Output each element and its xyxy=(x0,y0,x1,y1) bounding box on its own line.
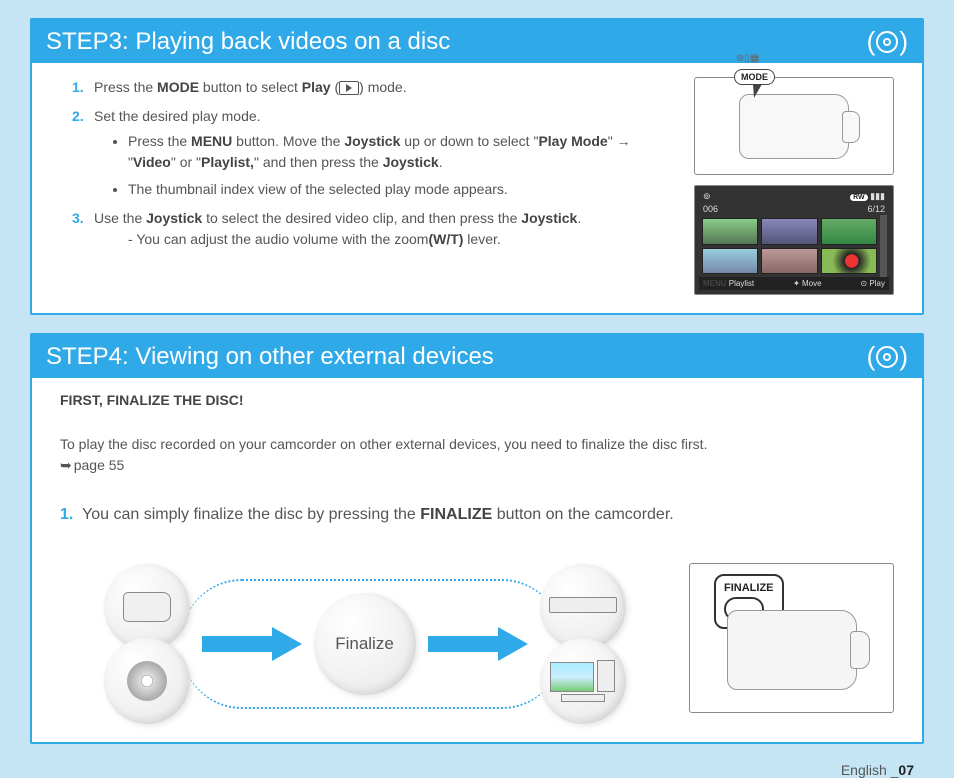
step4-item-1: You can simply finalize the disc by pres… xyxy=(60,506,894,524)
step3-item-2: Set the desired play mode. Press the MEN… xyxy=(72,106,674,200)
disc-icon: () xyxy=(867,26,908,57)
step3-text: Press the MODE button to select Play () … xyxy=(72,77,674,295)
step3-bullets: Press the MENU button. Move the Joystick… xyxy=(94,131,674,200)
circle-pc xyxy=(540,638,626,724)
lcd-play: Play xyxy=(869,279,885,288)
arrow-right-icon xyxy=(202,627,302,661)
footer-lang: English _ xyxy=(841,762,899,778)
camcorder-outline xyxy=(727,610,857,690)
lcd-battery-icon: ▮▮▮ xyxy=(870,191,885,201)
page-footer: English _07 xyxy=(30,762,924,778)
thumbnail xyxy=(761,218,817,245)
lcd-play-icon: ⊙ xyxy=(860,279,867,288)
finalize-diagram: Finalize xyxy=(60,564,669,724)
arrow-icon: → xyxy=(617,131,631,152)
camcorder-icon xyxy=(123,592,171,622)
finalize-badge-label: FINALIZE xyxy=(724,582,774,594)
step4-list: You can simply finalize the disc by pres… xyxy=(60,506,894,532)
step3-header: STEP3: Playing back videos on a disc () xyxy=(32,20,922,63)
step3-bullet-2: The thumbnail index view of the selected… xyxy=(128,179,674,200)
lcd-move-icon: ✦ xyxy=(793,279,800,288)
thumbnail xyxy=(821,248,877,275)
step3-item-3-sub: You can adjust the audio volume with the… xyxy=(94,229,674,250)
step3-title: STEP3: Playing back videos on a disc xyxy=(46,28,450,56)
step3-body: Press the MODE button to select Play () … xyxy=(32,63,922,313)
disc-icon xyxy=(127,661,167,701)
step3-item-3: Use the Joystick to select the desired v… xyxy=(72,208,674,250)
lcd-scrollbar xyxy=(880,215,887,277)
lcd-bottom-bar: MENU Playlist ✦ Move ⊙ Play xyxy=(699,277,889,290)
circle-finalize: Finalize xyxy=(314,593,416,695)
mode-badge: MODE xyxy=(734,69,775,85)
arrow-right-icon xyxy=(428,627,528,661)
circle-disc xyxy=(104,638,190,724)
lcd-playlist: Playlist xyxy=(729,279,754,288)
step4-intro: To play the disc recorded on your camcor… xyxy=(60,434,894,476)
lcd-move: Move xyxy=(802,279,822,288)
step3-list: Press the MODE button to select Play () … xyxy=(72,77,674,250)
lcd-counter-left: 006 xyxy=(703,204,718,214)
mode-small-icons: ⊚▯▦ xyxy=(736,53,759,64)
thumbnail xyxy=(702,248,758,275)
step4-page-ref: page 55 xyxy=(60,457,124,473)
illus-lcd-screen: ⊚ RW ▮▮▮ 006 6/12 MENU Playli xyxy=(694,185,894,295)
step3-illustrations: ⊚▯▦ MODE ⊚ RW ▮▮▮ 006 6/12 xyxy=(694,77,894,295)
lcd-menu: MENU xyxy=(703,279,727,288)
step3-bullet-1: Press the MENU button. Move the Joystick… xyxy=(128,131,674,173)
step4-first-line: FIRST, FINALIZE THE DISC! xyxy=(60,392,894,408)
lcd-thumbnail-grid xyxy=(699,215,889,277)
lcd-counter-right: 6/12 xyxy=(867,204,885,214)
lcd-top-bar: ⊚ RW ▮▮▮ xyxy=(699,190,889,203)
footer-page: 07 xyxy=(898,762,914,778)
camcorder-outline: ⊚▯▦ MODE xyxy=(739,94,849,159)
play-icon xyxy=(339,81,359,95)
pc-icon xyxy=(550,660,615,702)
illus-finalize-button: FINALIZE xyxy=(689,563,894,713)
thumbnail xyxy=(702,218,758,245)
step4-body: FIRST, FINALIZE THE DISC! To play the di… xyxy=(32,378,922,742)
step3-item-1: Press the MODE button to select Play () … xyxy=(72,77,674,98)
source-circles xyxy=(104,570,190,718)
lcd-rw: RW xyxy=(850,194,868,201)
thumbnail xyxy=(761,248,817,275)
finalize-label: Finalize xyxy=(335,634,394,654)
illus-mode-button: ⊚▯▦ MODE xyxy=(694,77,894,175)
step4-header: STEP4: Viewing on other external devices… xyxy=(32,335,922,378)
thumbnail xyxy=(821,218,877,245)
step4-box: STEP4: Viewing on other external devices… xyxy=(30,333,924,744)
lcd-disc-icon: ⊚ xyxy=(703,191,711,202)
lcd-counter: 006 6/12 xyxy=(699,203,889,215)
dvd-player-icon xyxy=(549,597,617,613)
step3-box: STEP3: Playing back videos on a disc () … xyxy=(30,18,924,315)
disc-icon: () xyxy=(867,341,908,372)
step4-title: STEP4: Viewing on other external devices xyxy=(46,343,494,371)
